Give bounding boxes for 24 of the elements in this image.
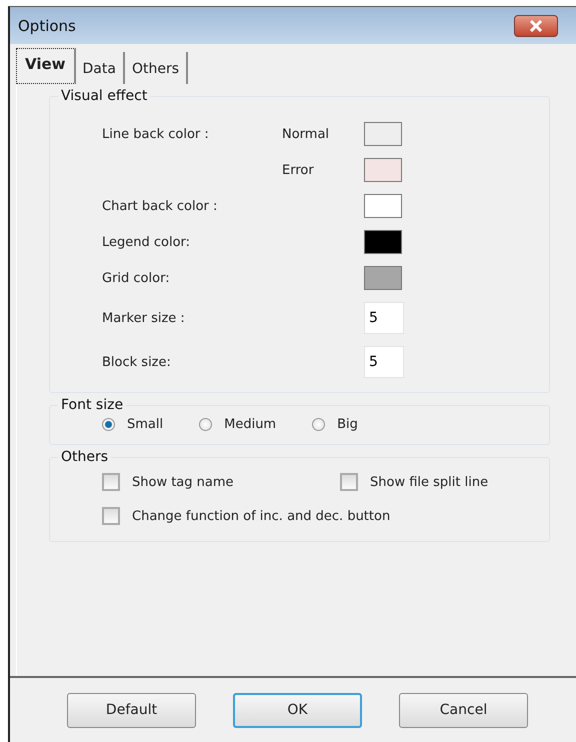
field-label: Marker size : — [102, 310, 186, 326]
field-label: Block size: — [102, 354, 172, 370]
group-title: Font size — [60, 397, 124, 413]
group-title: Visual effect — [60, 88, 148, 104]
option-label: Show tag name — [132, 474, 234, 490]
input-field[interactable]: 5 — [364, 346, 404, 378]
window-title: Options — [18, 16, 76, 34]
dialog-button[interactable]: Default — [67, 692, 196, 728]
dialog-button[interactable]: OK — [233, 692, 362, 728]
field-label: Line back color : — [102, 126, 210, 142]
option-label: Change function of inc. and dec. button — [132, 508, 390, 524]
field-label: Error — [282, 162, 315, 178]
group-title: Others — [60, 449, 110, 465]
tab[interactable]: View — [16, 48, 76, 84]
option-label: Show file split line — [370, 474, 488, 490]
option-label: Medium — [224, 417, 276, 432]
option-label: Big — [337, 417, 358, 432]
field-label: Legend color: — [102, 234, 192, 250]
dialog-button[interactable]: Cancel — [399, 692, 528, 728]
field-label: Chart back color : — [102, 198, 218, 214]
input-field[interactable]: 5 — [364, 302, 404, 334]
field-label: Grid color: — [102, 270, 171, 286]
field-label: Normal — [282, 126, 330, 142]
option-label: Small — [127, 417, 164, 432]
